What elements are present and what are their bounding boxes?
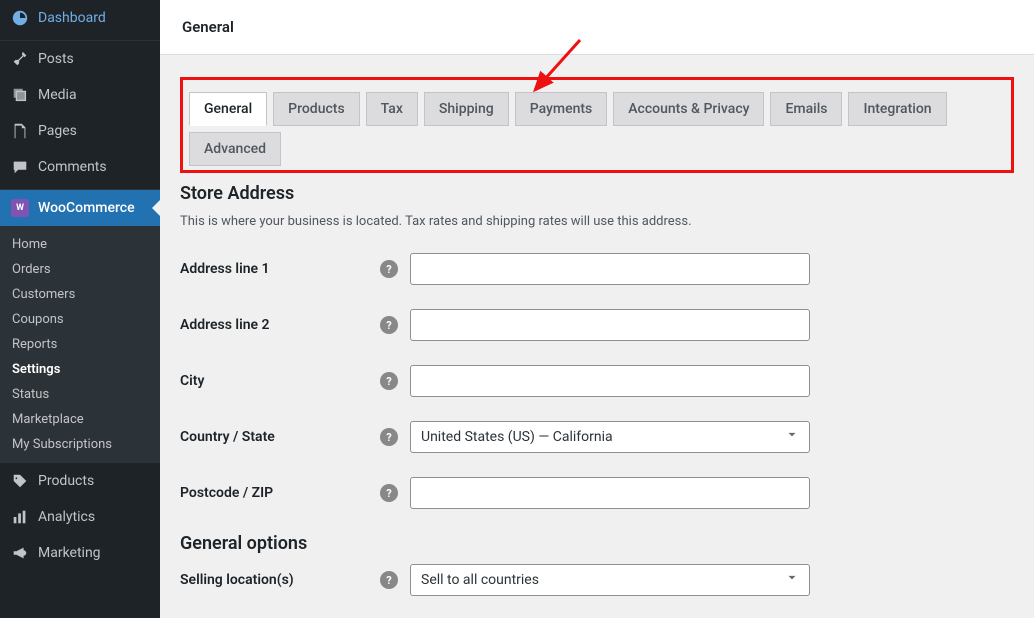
pages-icon xyxy=(10,121,30,141)
sidebar-sub-coupons[interactable]: Coupons xyxy=(0,307,160,332)
help-icon[interactable]: ? xyxy=(380,428,398,446)
dashboard-icon xyxy=(10,8,30,28)
sidebar-item-dashboard[interactable]: Dashboard xyxy=(0,0,160,36)
help-icon[interactable]: ? xyxy=(380,316,398,334)
chevron-down-icon xyxy=(785,428,799,446)
tab-accounts-privacy[interactable]: Accounts & Privacy xyxy=(613,92,764,126)
section-title-general-options: General options xyxy=(180,533,1014,554)
tab-shipping[interactable]: Shipping xyxy=(424,92,509,126)
field-row-address2: Address line 2 ? xyxy=(180,309,1014,341)
help-icon[interactable]: ? xyxy=(380,260,398,278)
field-row-selling-location: Selling location(s) ? Sell to all countr… xyxy=(180,564,1014,596)
sidebar-sub-reports[interactable]: Reports xyxy=(0,332,160,357)
section-title-store-address: Store Address xyxy=(180,183,1014,204)
input-address2[interactable] xyxy=(410,309,810,341)
analytics-icon xyxy=(10,507,30,527)
tab-advanced[interactable]: Advanced xyxy=(189,132,281,166)
sidebar-item-products[interactable]: Products xyxy=(0,463,160,499)
sidebar-sub-subscriptions[interactable]: My Subscriptions xyxy=(0,432,160,457)
sidebar-item-posts[interactable]: Posts xyxy=(0,41,160,77)
sidebar-item-marketing[interactable]: Marketing xyxy=(0,535,160,571)
chevron-down-icon xyxy=(785,571,799,589)
marketing-icon xyxy=(10,543,30,563)
label-postcode: Postcode / ZIP xyxy=(180,485,380,501)
field-row-country: Country / State ? United States (US) — C… xyxy=(180,421,1014,453)
label-country: Country / State xyxy=(180,429,380,445)
page-header: General xyxy=(160,0,1034,55)
sidebar-label: Analytics xyxy=(38,509,95,525)
page-title: General xyxy=(182,18,1012,36)
main-content: General General Products Tax Shipping Pa… xyxy=(160,0,1034,618)
sidebar-sub-customers[interactable]: Customers xyxy=(0,282,160,307)
sidebar-label: WooCommerce xyxy=(38,200,135,216)
sidebar-sub-marketplace[interactable]: Marketplace xyxy=(0,407,160,432)
label-selling-location: Selling location(s) xyxy=(180,572,380,588)
input-city[interactable] xyxy=(410,365,810,397)
field-row-address1: Address line 1 ? xyxy=(180,253,1014,285)
comment-icon xyxy=(10,157,30,177)
woo-icon: W xyxy=(10,198,30,218)
help-icon[interactable]: ? xyxy=(380,372,398,390)
sidebar-label: Pages xyxy=(38,123,77,139)
pin-icon xyxy=(10,49,30,69)
tabs-highlight-annotation: General Products Tax Shipping Payments A… xyxy=(180,77,1014,173)
sidebar-label: Products xyxy=(38,473,94,489)
help-icon[interactable]: ? xyxy=(380,484,398,502)
field-row-city: City ? xyxy=(180,365,1014,397)
media-icon xyxy=(10,85,30,105)
admin-sidebar: Dashboard Posts Media Pages Comments W W… xyxy=(0,0,160,618)
sidebar-item-analytics[interactable]: Analytics xyxy=(0,499,160,535)
label-address1: Address line 1 xyxy=(180,261,380,277)
sidebar-sub-home[interactable]: Home xyxy=(0,232,160,257)
tab-general[interactable]: General xyxy=(189,92,267,126)
input-postcode[interactable] xyxy=(410,477,810,509)
select-selling-location[interactable]: Sell to all countries xyxy=(410,564,810,596)
select-country-state[interactable]: United States (US) — California xyxy=(410,421,810,453)
label-address2: Address line 2 xyxy=(180,317,380,333)
sidebar-item-woocommerce[interactable]: W WooCommerce xyxy=(0,190,160,226)
sidebar-label: Posts xyxy=(38,51,74,67)
select-value: Sell to all countries xyxy=(421,572,539,588)
tab-products[interactable]: Products xyxy=(273,92,360,126)
input-address1[interactable] xyxy=(410,253,810,285)
sidebar-item-comments[interactable]: Comments xyxy=(0,149,160,185)
sidebar-label: Marketing xyxy=(38,545,101,561)
content-area: General Products Tax Shipping Payments A… xyxy=(160,55,1034,618)
help-icon[interactable]: ? xyxy=(380,571,398,589)
tab-emails[interactable]: Emails xyxy=(770,92,842,126)
settings-tabs: General Products Tax Shipping Payments A… xyxy=(189,92,1005,166)
sidebar-item-pages[interactable]: Pages xyxy=(0,113,160,149)
field-row-postcode: Postcode / ZIP ? xyxy=(180,477,1014,509)
sidebar-item-media[interactable]: Media xyxy=(0,77,160,113)
sidebar-label: Media xyxy=(38,87,77,103)
tab-integration[interactable]: Integration xyxy=(848,92,946,126)
section-desc-store-address: This is where your business is located. … xyxy=(180,214,1014,229)
label-city: City xyxy=(180,373,380,389)
sidebar-label: Dashboard xyxy=(38,10,106,26)
annotation-arrow xyxy=(520,35,590,105)
sidebar-sub-status[interactable]: Status xyxy=(0,382,160,407)
sidebar-label: Comments xyxy=(38,159,107,175)
sidebar-sub-orders[interactable]: Orders xyxy=(0,257,160,282)
select-value: United States (US) — California xyxy=(421,429,613,445)
sidebar-submenu: Home Orders Customers Coupons Reports Se… xyxy=(0,226,160,463)
sidebar-sub-settings[interactable]: Settings xyxy=(0,357,160,382)
tab-tax[interactable]: Tax xyxy=(366,92,418,126)
products-icon xyxy=(10,471,30,491)
